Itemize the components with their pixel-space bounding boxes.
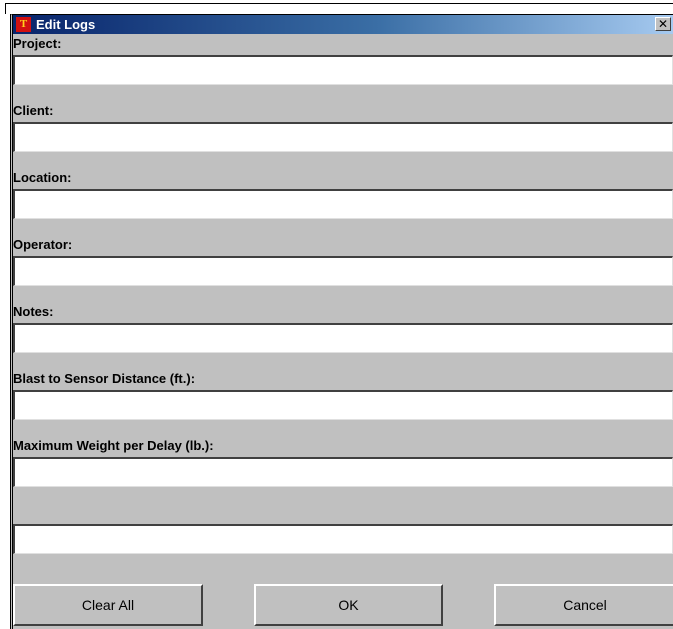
operator-label: Operator: — [13, 237, 73, 252]
client-input[interactable] — [13, 122, 673, 152]
extra-field-label — [13, 503, 673, 524]
location-input[interactable] — [13, 189, 673, 219]
max-weight-label: Maximum Weight per Delay (lb.): — [13, 438, 214, 453]
clear-all-button[interactable]: Clear All — [13, 584, 203, 626]
blast-distance-label: Blast to Sensor Distance (ft.): — [13, 371, 196, 386]
clear-all-label: Clear All — [81, 597, 135, 613]
blast-distance-input[interactable] — [13, 390, 673, 420]
notes-input[interactable] — [13, 323, 673, 353]
ok-label: OK — [338, 597, 359, 613]
edit-logs-window: T Edit Logs ✕ Project: Client: Location:… — [5, 3, 673, 629]
project-input[interactable] — [13, 55, 673, 85]
extra-field-input[interactable] — [13, 524, 673, 554]
ok-button[interactable]: OK — [254, 584, 443, 626]
cancel-label: Cancel — [563, 597, 607, 613]
close-icon: ✕ — [657, 17, 669, 31]
location-label: Location: — [13, 170, 72, 185]
window-title: Edit Logs — [36, 17, 96, 32]
tt-logo-icon: T — [16, 17, 31, 32]
close-button[interactable]: ✕ — [655, 17, 671, 31]
project-label: Project: — [13, 36, 62, 51]
cancel-button[interactable]: Cancel — [494, 584, 673, 626]
operator-input[interactable] — [13, 256, 673, 286]
notes-label: Notes: — [13, 304, 54, 319]
max-weight-input[interactable] — [13, 457, 673, 487]
client-label: Client: — [13, 103, 54, 118]
title-bar[interactable]: T Edit Logs ✕ — [13, 15, 673, 34]
